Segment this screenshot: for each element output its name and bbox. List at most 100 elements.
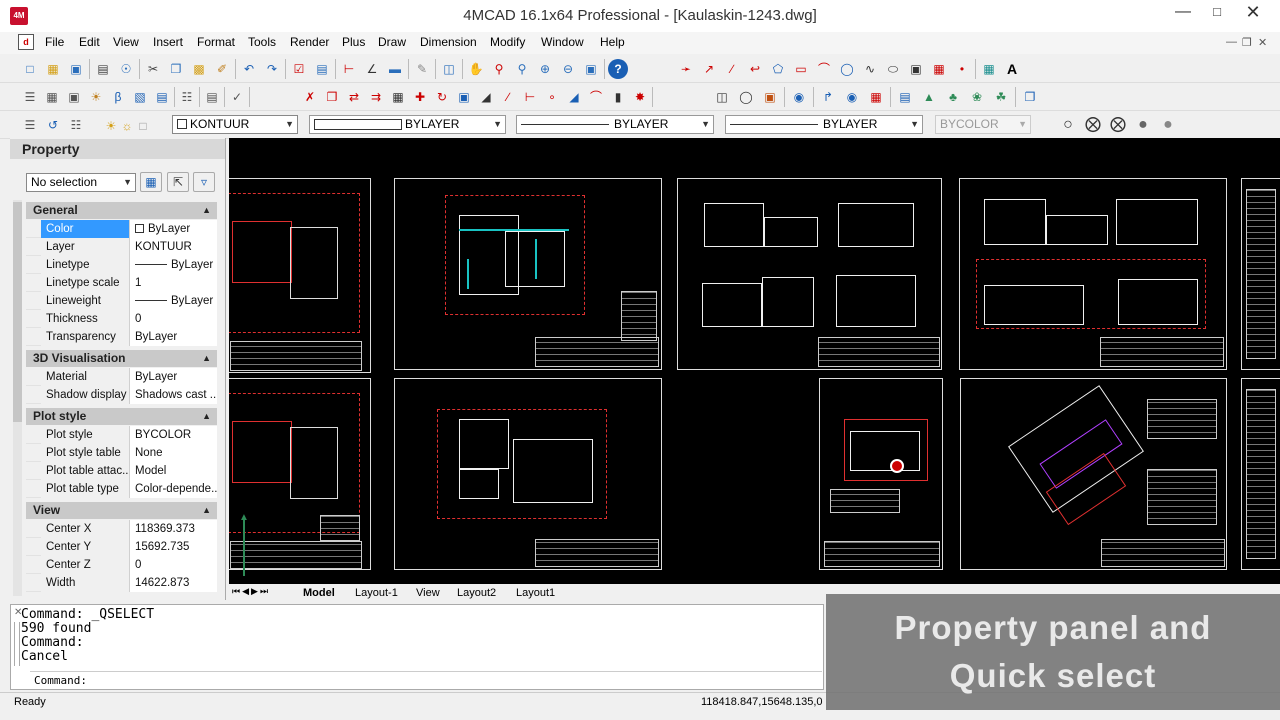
maximize-icon[interactable]: □	[1200, 0, 1234, 26]
menu-file[interactable]: File	[45, 35, 64, 49]
select-objects-icon[interactable]: ⇱	[167, 172, 189, 192]
first-tab-icon[interactable]: ⏮	[232, 586, 240, 597]
plotstyle-dropdown[interactable]: BYCOLOR ▼	[935, 115, 1031, 134]
layer-dropdown[interactable]: KONTUUR ▼	[172, 115, 298, 134]
shrub-icon[interactable]: ☘	[991, 87, 1011, 107]
section-plot-style[interactable]: Plot style ▲	[26, 408, 217, 425]
prop-value[interactable]: BYCOLOR	[129, 426, 217, 444]
image-icon[interactable]: ▤	[895, 87, 915, 107]
3d-box-icon[interactable]: ▣	[760, 87, 780, 107]
mirror-icon[interactable]: ⇄	[344, 87, 364, 107]
ucs-icon[interactable]: ↱	[818, 87, 838, 107]
copy-icon[interactable]: ❐	[166, 59, 186, 79]
rectangle-icon[interactable]: ▭	[791, 59, 811, 79]
properties-icon[interactable]: ☰	[20, 87, 40, 107]
plant-icon[interactable]: ❀	[967, 87, 987, 107]
table-style-icon[interactable]: ▤	[152, 87, 172, 107]
menu-render[interactable]: Render	[290, 35, 329, 49]
ray-icon[interactable]: ↗	[699, 59, 719, 79]
insert-block-icon[interactable]: ▣	[906, 59, 926, 79]
print-icon[interactable]: ▤	[93, 59, 113, 79]
checkbox-tool-icon[interactable]: ☑	[289, 59, 309, 79]
group-icon[interactable]: ◫	[712, 87, 732, 107]
line-icon[interactable]: ➛	[676, 59, 696, 79]
arc-icon[interactable]: ⌒	[814, 59, 834, 79]
named-views-icon[interactable]: ▦	[866, 87, 886, 107]
copy-object-icon[interactable]: ❐	[322, 87, 342, 107]
break-icon[interactable]: ∘	[542, 87, 562, 107]
erase-icon[interactable]: ✗	[300, 87, 320, 107]
last-tab-icon[interactable]: ⏭	[260, 586, 268, 597]
layer-icon[interactable]: ☰	[20, 115, 40, 135]
filter-icon[interactable]: ✓	[227, 87, 247, 107]
menu-window[interactable]: Window	[541, 35, 584, 49]
section-3d-visualisation[interactable]: 3D Visualisation ▲	[26, 350, 217, 367]
wireframe-circle-icon[interactable]: ⨂	[1083, 115, 1103, 135]
polygon-icon[interactable]: ⬠	[768, 59, 788, 79]
prop-row-plot-table-type[interactable]: Plot table type Color-depende...	[26, 480, 217, 498]
prop-value[interactable]: 14622.873	[129, 574, 217, 592]
stretch-icon[interactable]: ◢	[476, 87, 496, 107]
window-tile-icon[interactable]: ❐	[1020, 87, 1040, 107]
toggle-pickadd-icon[interactable]: ▦	[140, 172, 162, 192]
prop-value[interactable]: None	[129, 444, 217, 462]
prop-value[interactable]: 0	[129, 556, 217, 574]
prop-value[interactable]: ByLayer	[129, 256, 217, 274]
tab-layout1[interactable]: Layout1	[516, 585, 555, 601]
prop-value[interactable]: 15692.735	[129, 538, 217, 556]
section-view[interactable]: View ▲	[26, 502, 217, 519]
render-icon[interactable]: ◉	[789, 87, 809, 107]
offset-icon[interactable]: ⇉	[366, 87, 386, 107]
hidden-circle-icon[interactable]: ⨂	[1108, 115, 1128, 135]
polyline-icon[interactable]: ↩	[745, 59, 765, 79]
angle-icon[interactable]: ∠	[362, 59, 382, 79]
prop-row-color[interactable]: Color ByLayer	[26, 220, 217, 238]
prop-value[interactable]: 118369.373	[129, 520, 217, 538]
layout-icon[interactable]: ▬	[385, 59, 405, 79]
color-dropdown[interactable]: BYLAYER ▼	[309, 115, 506, 134]
linetype-dropdown[interactable]: BYLAYER ▼	[516, 115, 714, 134]
ortho-icon[interactable]: ⊢	[339, 59, 359, 79]
prop-row-layer[interactable]: Layer KONTUUR	[26, 238, 217, 256]
menu-format[interactable]: Format	[197, 35, 235, 49]
chart-tool-icon[interactable]: ▤	[312, 59, 332, 79]
prop-row-width[interactable]: Width 14622.873	[26, 574, 217, 592]
match-properties-icon[interactable]: ✐	[212, 59, 232, 79]
prop-row-linetype[interactable]: Linetype ByLayer	[26, 256, 217, 274]
layer-thaw-icon[interactable]: ☼	[120, 116, 134, 136]
layer-states-icon[interactable]: ☷	[177, 87, 197, 107]
pan-icon[interactable]: ✋	[466, 59, 486, 79]
prop-value[interactable]: KONTUUR	[129, 238, 217, 256]
dim-style-icon[interactable]: ▧	[130, 87, 150, 107]
block-editor-icon[interactable]: ▣	[64, 87, 84, 107]
prop-row-thickness[interactable]: Thickness 0	[26, 310, 217, 328]
point-icon[interactable]: •	[952, 59, 972, 79]
paste-icon[interactable]: ▩	[189, 59, 209, 79]
menu-tools[interactable]: Tools	[248, 35, 276, 49]
prop-row-lineweight[interactable]: Lineweight ByLayer	[26, 292, 217, 310]
paint-icon[interactable]: ☀	[86, 87, 106, 107]
hatch-icon[interactable]: ▦	[979, 59, 999, 79]
prop-row-center-z[interactable]: Center Z0	[26, 556, 217, 574]
tab-view[interactable]: View	[416, 585, 440, 601]
array-icon[interactable]: ▦	[388, 87, 408, 107]
list-icon[interactable]: ▤	[202, 87, 222, 107]
doc-restore-icon[interactable]: ❐	[1242, 36, 1252, 49]
rendered-sphere-icon[interactable]: ●	[1158, 115, 1178, 135]
prop-row-plot-table-attached[interactable]: Plot table attac... Model	[26, 462, 217, 480]
menu-insert[interactable]: Insert	[153, 35, 183, 49]
prop-value[interactable]: Model	[129, 462, 217, 480]
drawing-canvas[interactable]: ▲	[229, 138, 1280, 584]
selection-dropdown[interactable]: No selection ▼	[26, 173, 136, 192]
prop-row-plot-style-table[interactable]: Plot style table None	[26, 444, 217, 462]
prop-value[interactable]: 0	[129, 310, 217, 328]
prop-value[interactable]: ByLayer	[129, 368, 217, 386]
layer-on-icon[interactable]: ☀	[104, 116, 118, 136]
landscape-icon[interactable]: ▲	[919, 87, 939, 107]
zoom-in-icon[interactable]: ⊕	[535, 59, 555, 79]
make-block-icon[interactable]: ▦	[929, 59, 949, 79]
prop-value[interactable]: Shadows cast ...	[129, 386, 217, 404]
join-icon[interactable]: ▮	[608, 87, 628, 107]
shaded-sphere-icon[interactable]: ●	[1133, 115, 1153, 135]
prop-row-material[interactable]: Material ByLayer	[26, 368, 217, 386]
